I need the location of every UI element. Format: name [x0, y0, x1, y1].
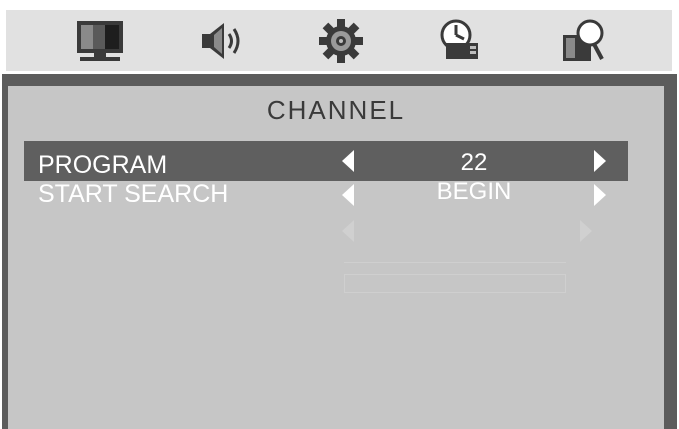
disabled-right-arrow-icon [580, 220, 592, 242]
timer-icon[interactable] [427, 10, 497, 71]
start-search-right-arrow-icon[interactable] [594, 184, 606, 206]
start-search-label: START SEARCH [38, 180, 229, 208]
disabled-left-arrow-icon [342, 220, 354, 242]
program-value: 22 [460, 149, 488, 176]
start-search-left-arrow-icon[interactable] [342, 184, 354, 206]
program-increase-arrow-icon[interactable] [594, 150, 606, 172]
osd-screen: CHANNEL PROGRAM 22 START SEARCH BEGIN [0, 0, 679, 429]
program-decrease-arrow-icon[interactable] [342, 150, 354, 172]
menu-title: CHANNEL [266, 95, 406, 125]
disabled-divider [344, 262, 566, 263]
channel-menu-body: CHANNEL PROGRAM 22 START SEARCH BEGIN [8, 86, 664, 429]
channel-search-icon[interactable] [548, 10, 618, 71]
setup-gear-icon[interactable] [306, 10, 376, 71]
menu-row-program[interactable]: PROGRAM 22 [24, 141, 628, 181]
picture-icon[interactable] [65, 10, 135, 71]
sound-icon[interactable] [187, 10, 257, 71]
menu-icon-bar [6, 10, 672, 71]
program-label: PROGRAM [38, 151, 168, 179]
start-search-value: BEGIN [436, 178, 512, 205]
disabled-progress-bar [344, 274, 566, 293]
menu-row-start-search[interactable]: START SEARCH BEGIN [24, 178, 628, 220]
channel-menu-panel: CHANNEL PROGRAM 22 START SEARCH BEGIN [2, 74, 677, 429]
